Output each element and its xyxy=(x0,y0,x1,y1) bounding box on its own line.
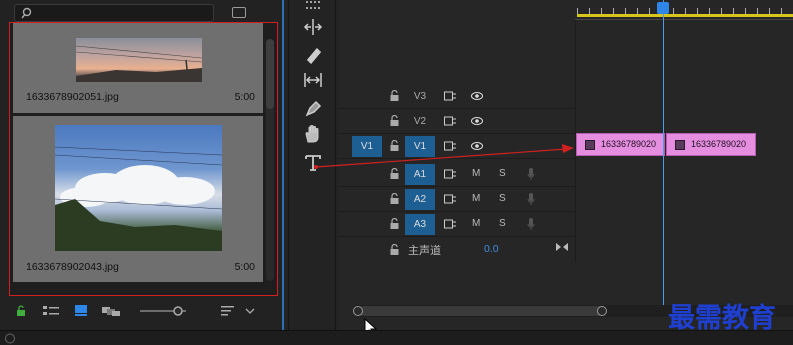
status-icon xyxy=(5,333,15,344)
annotation-arrow xyxy=(314,144,574,169)
watermark-text: 最需教育 xyxy=(668,303,776,334)
